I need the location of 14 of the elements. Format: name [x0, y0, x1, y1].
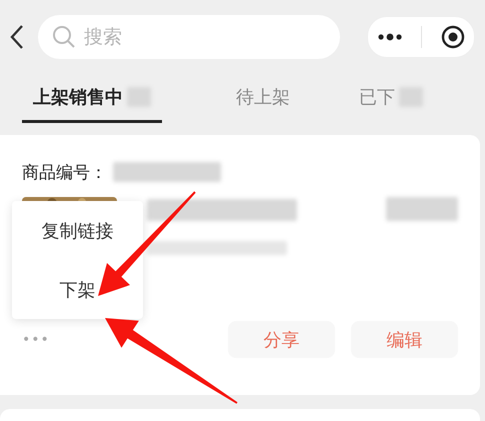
more-icon[interactable]: [377, 32, 404, 42]
tab[interactable]: 待上架: [225, 74, 336, 123]
search-field[interactable]: 搜索: [38, 15, 340, 59]
product-id-label: 商品编号：: [22, 162, 107, 184]
tab[interactable]: 已下: [348, 74, 459, 123]
search-icon: [52, 25, 76, 49]
action-button[interactable]: 编辑: [351, 321, 458, 358]
action-button[interactable]: 分享: [228, 321, 335, 358]
menu-item[interactable]: 下架: [54, 274, 102, 306]
tab[interactable]: 上架销售中: [22, 74, 162, 123]
menu-item[interactable]: 复制链接: [36, 214, 120, 246]
more-button[interactable]: •••: [22, 332, 50, 348]
back-icon[interactable]: [8, 24, 26, 50]
blurred-price: [386, 197, 458, 221]
